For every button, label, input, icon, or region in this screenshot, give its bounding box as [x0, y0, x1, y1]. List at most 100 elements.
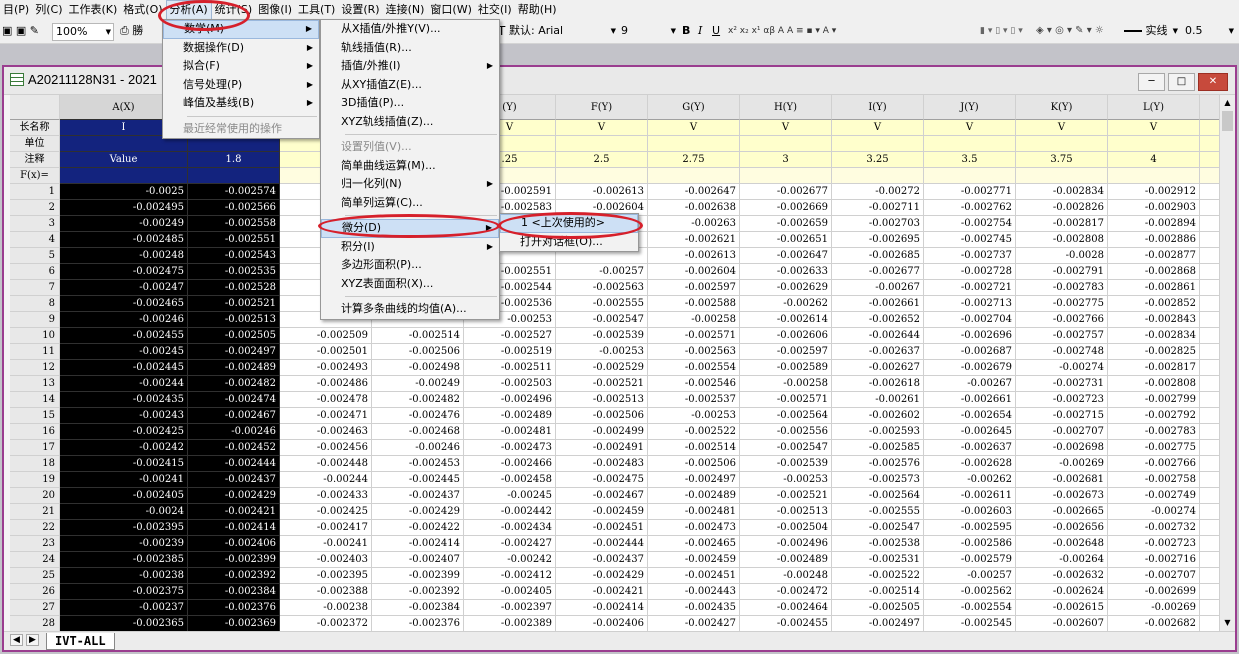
- data-cell[interactable]: -0.0027: [1200, 584, 1219, 600]
- line-style-combo[interactable]: 实线 ▼: [1124, 23, 1180, 41]
- data-cell[interactable]: -0.002554: [648, 360, 740, 376]
- data-cell[interactable]: -0.002429: [372, 504, 464, 520]
- data-cell[interactable]: -0.0028: [1200, 392, 1219, 408]
- data-cell[interactable]: -0.002486: [280, 376, 372, 392]
- data-cell[interactable]: -0.00243: [60, 408, 188, 424]
- data-cell[interactable]: -0.002737: [924, 248, 1016, 264]
- data-cell[interactable]: -0.002715: [1016, 408, 1108, 424]
- data-cell[interactable]: -0.002496: [464, 392, 556, 408]
- data-cell[interactable]: -0.002478: [280, 392, 372, 408]
- file-tools[interactable]: ▣ ▣ ✎: [2, 23, 46, 41]
- row-number[interactable]: 26: [10, 584, 60, 600]
- data-cell[interactable]: -0.0028: [1200, 520, 1219, 536]
- data-cell[interactable]: -0.002414: [556, 600, 648, 616]
- menu-0[interactable]: 目(P): [0, 0, 32, 20]
- data-cell[interactable]: -0.002376: [188, 600, 280, 616]
- data-cell[interactable]: -0.002: [1200, 440, 1219, 456]
- data-cell[interactable]: -0.002497: [648, 472, 740, 488]
- data-cell[interactable]: -0.002425: [280, 504, 372, 520]
- row-number[interactable]: 23: [10, 536, 60, 552]
- data-cell[interactable]: -0.0029: [1200, 232, 1219, 248]
- data-cell[interactable]: -0.00269: [1016, 456, 1108, 472]
- data-cell[interactable]: -0.002522: [648, 424, 740, 440]
- data-cell[interactable]: -0.002406: [188, 536, 280, 552]
- data-cell[interactable]: -0.002563: [556, 280, 648, 296]
- data-cell[interactable]: -0.002615: [1016, 600, 1108, 616]
- data-cell[interactable]: -0.002458: [464, 472, 556, 488]
- data-cell[interactable]: -0.00248: [740, 568, 832, 584]
- data-cell[interactable]: -0.002435: [648, 600, 740, 616]
- data-cell[interactable]: -0.00264: [1016, 552, 1108, 568]
- line-width-combo[interactable]: 0.5 ▼: [1182, 23, 1236, 41]
- data-cell[interactable]: -0.002456: [280, 440, 372, 456]
- data-cell[interactable]: -0.002603: [924, 504, 1016, 520]
- data-cell[interactable]: -0.0024: [60, 504, 188, 520]
- data-cell[interactable]: -0.002566: [188, 200, 280, 216]
- data-cell[interactable]: -0.002648: [1016, 536, 1108, 552]
- data-cell[interactable]: -0.002574: [188, 184, 280, 200]
- data-cell[interactable]: -0.002437: [372, 488, 464, 504]
- data-cell[interactable]: -0.002597: [648, 280, 740, 296]
- data-cell[interactable]: -0.00262: [924, 472, 1016, 488]
- data-cell[interactable]: -0.00242: [60, 440, 188, 456]
- data-cell[interactable]: -0.002481: [464, 424, 556, 440]
- data-cell[interactable]: -0.002528: [188, 280, 280, 296]
- row-number[interactable]: 10: [10, 328, 60, 344]
- comment-cell[interactable]: 3.25: [832, 152, 924, 168]
- row-number[interactable]: 3: [10, 216, 60, 232]
- data-cell[interactable]: -0.0029: [1200, 280, 1219, 296]
- underline-button[interactable]: U: [712, 23, 720, 41]
- comment-cell[interactable]: 2.75: [648, 152, 740, 168]
- data-cell[interactable]: -0.002504: [740, 520, 832, 536]
- data-cell[interactable]: -0.002473: [648, 520, 740, 536]
- data-cell[interactable]: -0.002535: [188, 264, 280, 280]
- data-cell[interactable]: -0.002825: [1108, 344, 1200, 360]
- align-icons[interactable]: ▮ ▾ ▯ ▾ ▯ ▾: [980, 23, 1023, 41]
- data-cell[interactable]: -0.002704: [924, 312, 1016, 328]
- data-cell[interactable]: -0.002547: [556, 312, 648, 328]
- data-cell[interactable]: -0.0029: [1200, 360, 1219, 376]
- long-name-cell[interactable]: V: [924, 120, 1016, 136]
- data-cell[interactable]: -0.002429: [188, 488, 280, 504]
- data-cell[interactable]: -0.002632: [1016, 568, 1108, 584]
- data-cell[interactable]: -0.002473: [464, 440, 556, 456]
- data-cell[interactable]: -0.00241: [280, 536, 372, 552]
- column-header[interactable]: G(Y): [648, 95, 740, 120]
- row-number[interactable]: 4: [10, 232, 60, 248]
- comment-cell[interactable]: 4: [1108, 152, 1200, 168]
- data-cell[interactable]: -0.002476: [372, 408, 464, 424]
- data-cell[interactable]: -0.002375: [60, 584, 188, 600]
- data-cell[interactable]: -0.002405: [60, 488, 188, 504]
- data-cell[interactable]: -0.002661: [924, 392, 1016, 408]
- data-cell[interactable]: -0.002465: [648, 536, 740, 552]
- data-cell[interactable]: -0.002673: [1016, 488, 1108, 504]
- data-cell[interactable]: -0.0027: [1200, 600, 1219, 616]
- data-cell[interactable]: -0.002388: [280, 584, 372, 600]
- unit-cell[interactable]: [740, 136, 832, 152]
- data-cell[interactable]: -0.002475: [60, 264, 188, 280]
- data-cell[interactable]: -0.002687: [924, 344, 1016, 360]
- data-cell[interactable]: -0.002783: [1016, 280, 1108, 296]
- data-cell[interactable]: -0.002745: [924, 232, 1016, 248]
- data-cell[interactable]: -0.002624: [1016, 584, 1108, 600]
- data-cell[interactable]: -0.002644: [832, 328, 924, 344]
- column-header[interactable]: M(Y): [1200, 95, 1219, 120]
- data-cell[interactable]: -0.002466: [464, 456, 556, 472]
- corner-cell[interactable]: [10, 95, 60, 120]
- data-cell[interactable]: -0.002395: [60, 520, 188, 536]
- data-cell[interactable]: -0.00267: [924, 376, 1016, 392]
- data-cell[interactable]: -0.0028: [1200, 456, 1219, 472]
- data-cell[interactable]: -0.002395: [280, 568, 372, 584]
- italic-button[interactable]: I: [698, 23, 702, 41]
- data-cell[interactable]: -0.002749: [1108, 488, 1200, 504]
- menu-item[interactable]: 从X插值/外推Y(V)...: [321, 20, 499, 39]
- data-cell[interactable]: -0.0028: [1200, 536, 1219, 552]
- data-cell[interactable]: -0.002868: [1108, 264, 1200, 280]
- data-cell[interactable]: -0.002434: [464, 520, 556, 536]
- data-cell[interactable]: -0.002522: [832, 568, 924, 584]
- data-cell[interactable]: -0.002638: [648, 200, 740, 216]
- data-cell[interactable]: -0.00249: [60, 216, 188, 232]
- data-cell[interactable]: -0.002877: [1108, 248, 1200, 264]
- menu-item[interactable]: 简单列运算(C)...: [321, 194, 499, 213]
- data-cell[interactable]: -0.002754: [924, 216, 1016, 232]
